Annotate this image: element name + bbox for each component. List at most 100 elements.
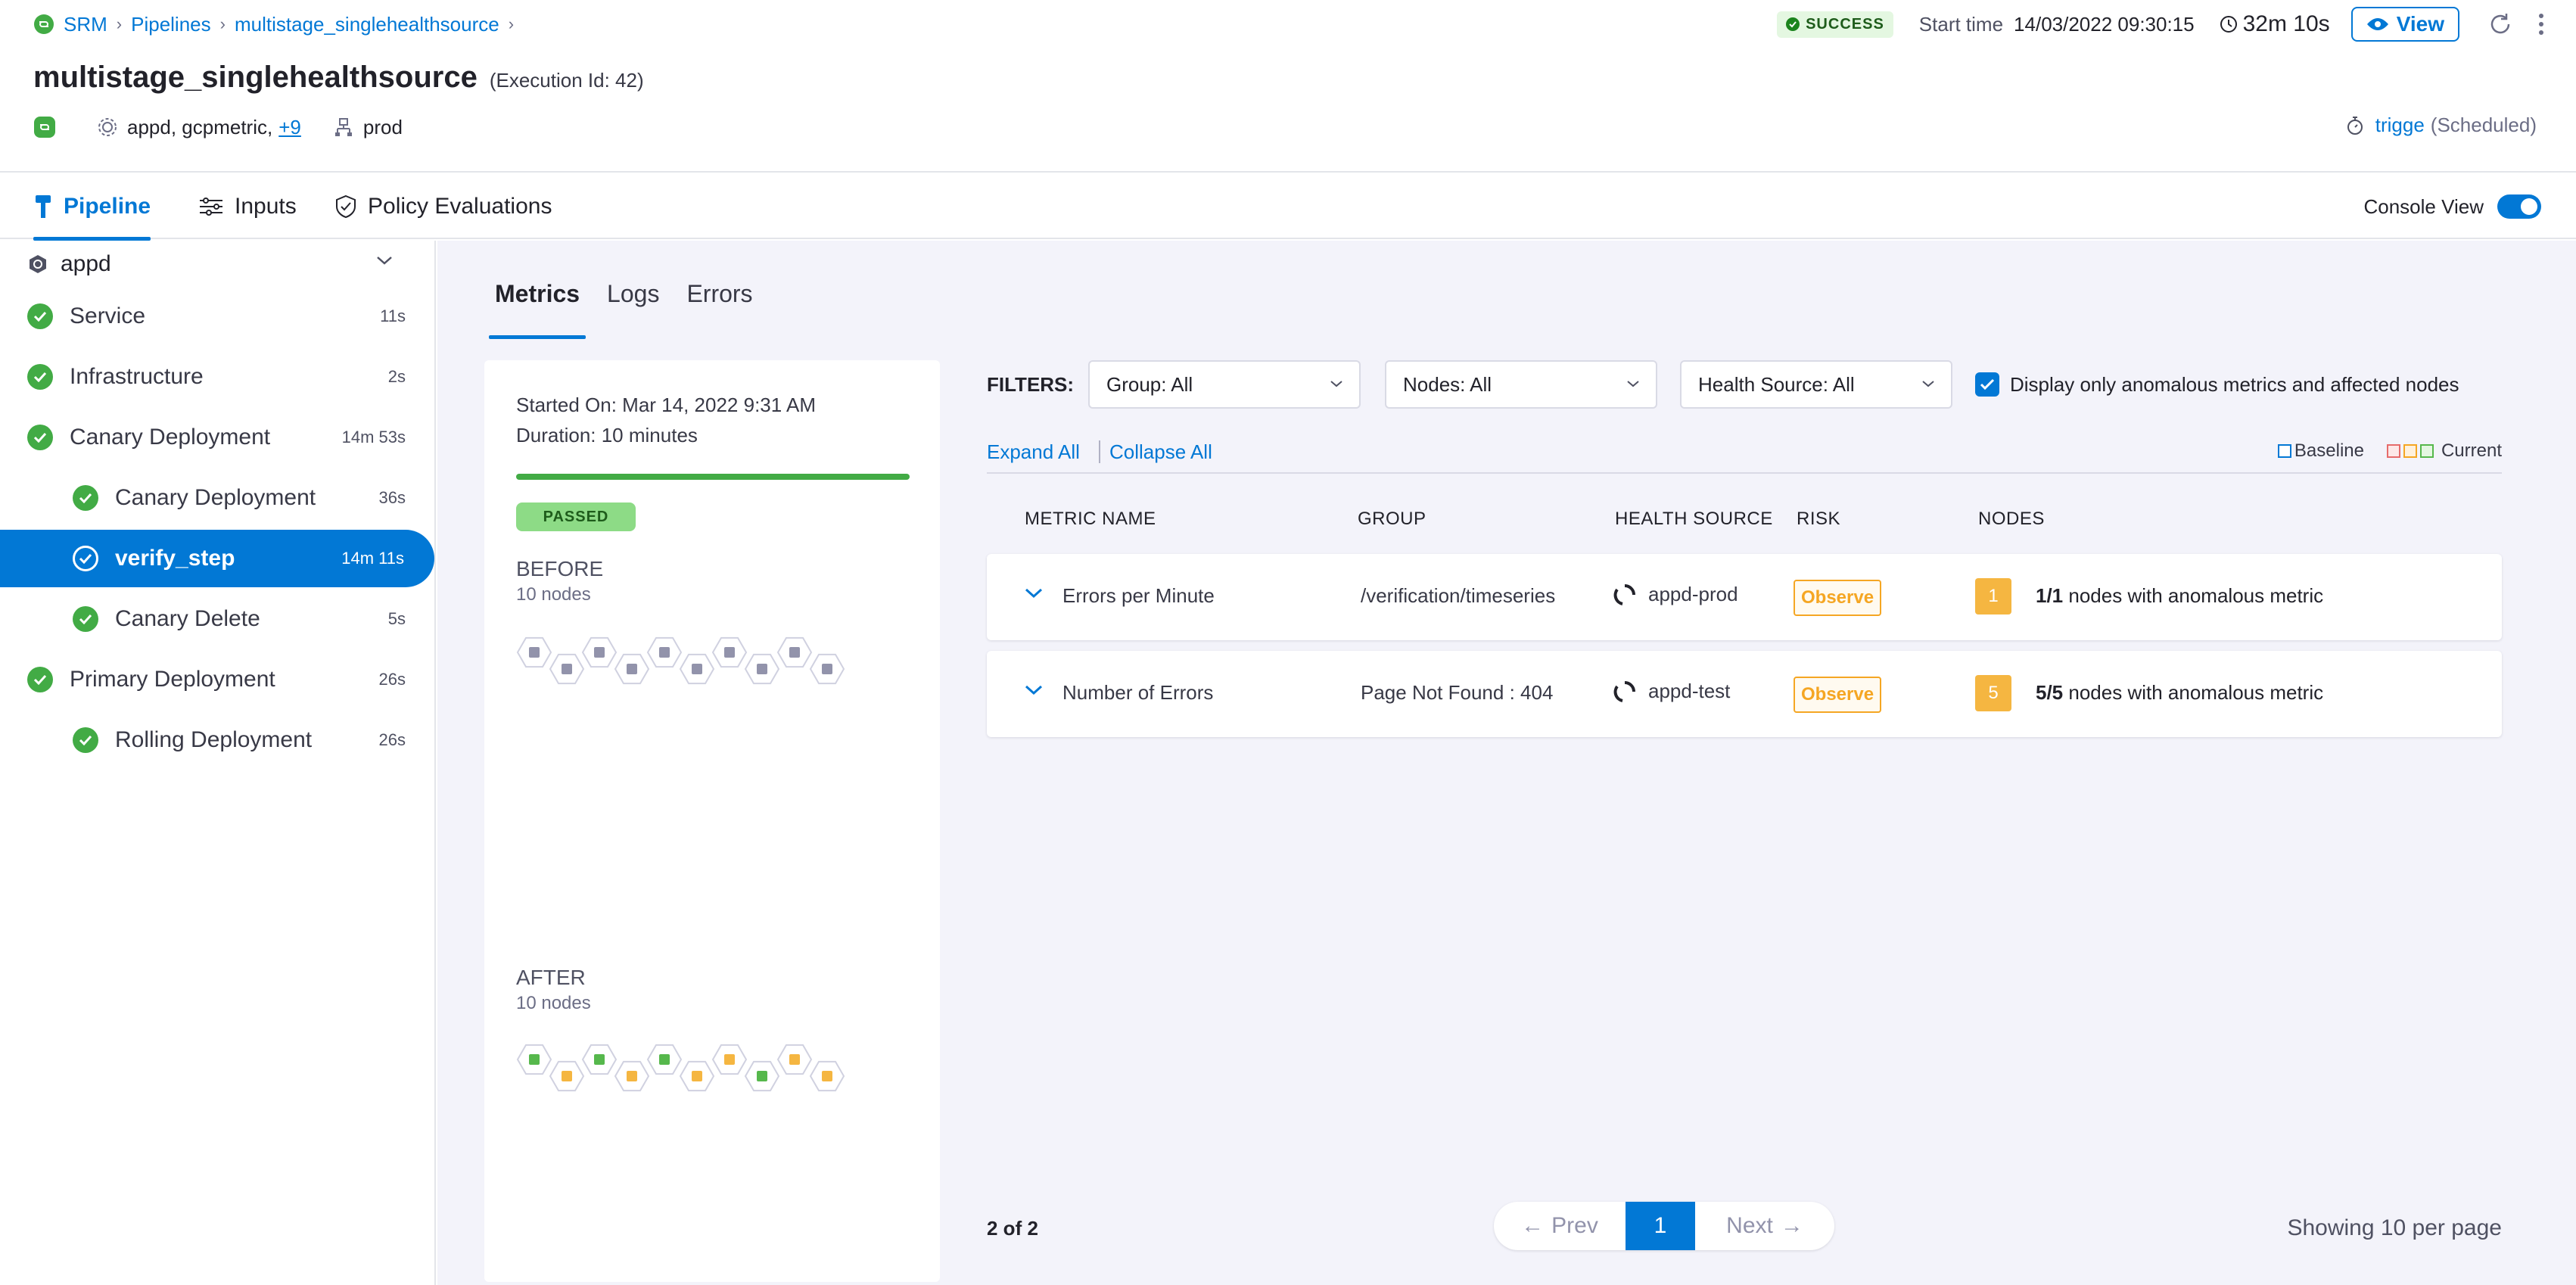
collapse-all-link[interactable]: Collapse All	[1109, 440, 1212, 464]
after-node-6[interactable]	[679, 1060, 715, 1092]
check-circle-icon	[27, 667, 53, 692]
check-circle-icon	[1786, 17, 1800, 31]
col-health-source: HEALTH SOURCE	[1615, 509, 1773, 529]
environment-icon	[334, 118, 352, 136]
chevron-down-icon[interactable]	[1023, 683, 1044, 698]
page-1-button[interactable]: 1	[1626, 1202, 1695, 1250]
next-page-button[interactable]: Next →	[1695, 1202, 1834, 1250]
tab-policy-evaluations[interactable]: Policy Evaluations	[334, 174, 552, 239]
eye-icon	[2366, 18, 2388, 30]
before-node-1[interactable]	[516, 636, 552, 668]
nodes-summary: 1/1 nodes with anomalous metric	[2036, 584, 2323, 608]
after-node-hexagons	[516, 1044, 845, 1092]
pipeline-name: multistage_singlehealthsource	[33, 61, 478, 94]
health-source-filter-dropdown[interactable]: Health Source: All	[1680, 360, 1952, 409]
group-filter-dropdown[interactable]: Group: All	[1088, 360, 1361, 409]
chevron-down-icon	[1627, 381, 1639, 387]
breadcrumb-pipelines[interactable]: Pipelines	[131, 13, 211, 36]
chevron-down-icon	[1922, 381, 1934, 387]
duration-value: 32m 10s	[2242, 11, 2330, 36]
step-canary-deployment-group[interactable]: Canary Deployment 14m 53s	[0, 409, 436, 466]
step-label: Canary Deployment	[115, 485, 316, 510]
before-node-2[interactable]	[549, 653, 585, 685]
current-swatch-orange	[2403, 444, 2417, 458]
breadcrumb-chevron-icon: ›	[116, 14, 123, 33]
breadcrumb-chevron-icon: ›	[219, 14, 226, 33]
after-node-4[interactable]	[614, 1060, 650, 1092]
anomalous-only-checkbox[interactable]	[1975, 372, 1999, 397]
step-verify-step[interactable]: verify_step 14m 11s	[0, 530, 434, 587]
risk-badge: Observe	[1794, 677, 1882, 713]
step-label: Primary Deployment	[70, 667, 275, 692]
before-node-10[interactable]	[809, 653, 845, 685]
refresh-icon[interactable]	[2487, 11, 2514, 38]
table-row[interactable]: Errors per Minute /verification/timeseri…	[987, 554, 2502, 640]
step-infrastructure[interactable]: Infrastructure 2s	[0, 348, 436, 406]
breadcrumb-pipeline-name[interactable]: multistage_singlehealthsource	[235, 13, 499, 36]
before-node-6[interactable]	[679, 653, 715, 685]
tab-pipeline-label: Pipeline	[64, 194, 151, 219]
after-node-7[interactable]	[711, 1044, 748, 1075]
tab-pipeline[interactable]: Pipeline	[33, 174, 151, 241]
nodes-filter-value: Nodes: All	[1403, 372, 1492, 396]
before-node-3[interactable]	[581, 636, 618, 668]
step-primary-deployment[interactable]: Primary Deployment 26s	[0, 651, 436, 708]
after-node-8[interactable]	[744, 1060, 780, 1092]
step-canary-delete[interactable]: Canary Delete 5s	[0, 590, 436, 648]
after-node-1[interactable]	[516, 1044, 552, 1075]
next-label: Next	[1726, 1213, 1773, 1238]
metric-group: /verification/timeseries	[1361, 584, 1556, 607]
after-node-9[interactable]	[776, 1044, 813, 1075]
stage-selector[interactable]: appd	[0, 241, 436, 288]
col-metric-name: METRIC NAME	[1025, 509, 1156, 529]
breadcrumb-srm[interactable]: SRM	[64, 13, 107, 36]
after-node-3[interactable]	[581, 1044, 618, 1075]
step-duration: 26s	[378, 730, 406, 749]
risk-badge: Observe	[1794, 580, 1882, 616]
tab-inputs[interactable]: Inputs	[198, 174, 297, 239]
after-node-2[interactable]	[549, 1060, 585, 1092]
inputs-sliders-icon	[200, 198, 222, 216]
before-node-9[interactable]	[776, 636, 813, 668]
tab-errors[interactable]: Errors	[686, 280, 752, 325]
after-node-5[interactable]	[646, 1044, 683, 1075]
before-node-5[interactable]	[646, 636, 683, 668]
before-node-hexagons	[516, 636, 845, 685]
step-duration: 11s	[380, 306, 406, 325]
after-node-10[interactable]	[809, 1060, 845, 1092]
more-options-icon[interactable]	[2537, 11, 2546, 38]
services-more-link[interactable]: +9	[278, 116, 301, 139]
execution-duration: 32m 10s	[2219, 11, 2330, 37]
tab-metrics[interactable]: Metrics	[488, 280, 586, 339]
table-row[interactable]: Number of Errors Page Not Found : 404 ap…	[987, 651, 2502, 737]
chevron-down-icon	[1330, 381, 1342, 387]
step-label: Infrastructure	[70, 364, 204, 389]
before-node-8[interactable]	[744, 653, 780, 685]
pipeline-meta: appd, gcpmetric, +9 prod	[33, 114, 403, 141]
prev-page-button[interactable]: ← Prev	[1494, 1202, 1626, 1250]
stopwatch-icon	[2347, 116, 2363, 135]
tab-policy-evaluations-label: Policy Evaluations	[368, 194, 552, 219]
view-button[interactable]: View	[2350, 7, 2459, 42]
srm-logo-icon	[34, 14, 54, 34]
tab-inputs-label: Inputs	[235, 194, 297, 219]
nodes-filter-dropdown[interactable]: Nodes: All	[1385, 360, 1657, 409]
tab-logs[interactable]: Logs	[607, 280, 659, 325]
health-source-name: appd-test	[1648, 680, 1731, 702]
step-service[interactable]: Service 11s	[0, 288, 436, 345]
anomalous-node-count: 1	[1975, 578, 2011, 614]
step-canary-deployment[interactable]: Canary Deployment 36s	[0, 469, 436, 527]
chevron-down-icon[interactable]	[1023, 586, 1044, 601]
step-rolling-deployment[interactable]: Rolling Deployment 26s	[0, 711, 436, 769]
baseline-swatch	[2277, 444, 2291, 458]
trigger-user-link[interactable]: trigge	[2375, 114, 2425, 137]
service-gear-icon	[98, 118, 117, 136]
before-node-7[interactable]	[711, 636, 748, 668]
before-node-4[interactable]	[614, 653, 650, 685]
check-circle-icon	[73, 546, 98, 571]
status-badge: SUCCESS	[1777, 11, 1893, 38]
console-view-toggle[interactable]	[2497, 194, 2541, 219]
step-label: Canary Deployment	[70, 425, 271, 450]
checkmark-icon	[1980, 378, 1995, 390]
expand-all-link[interactable]: Expand All	[987, 440, 1080, 464]
